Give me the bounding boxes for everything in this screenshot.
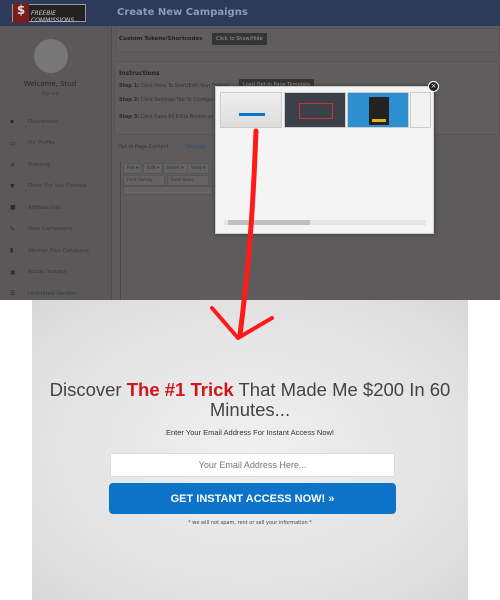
show-hide-button[interactable]: Click to Show/Hide	[212, 33, 267, 45]
database-icon: ▮	[10, 247, 14, 254]
sign-out-link[interactable]: Sign out	[0, 91, 100, 96]
sidebar-item-new-campaigns[interactable]: ✎ New Campaigns	[10, 226, 73, 233]
image-icon: ▣	[10, 268, 16, 276]
top-header: $ FREEBIE COMMISSIONS Create New Campaign…	[0, 0, 500, 26]
font-sizes-select[interactable]: Font Sizes	[167, 175, 209, 186]
sidebar-item-label: Social Images	[28, 269, 67, 275]
horizontal-scrollbar[interactable]	[224, 220, 426, 225]
logo[interactable]: $ FREEBIE COMMISSIONS	[12, 3, 86, 24]
template-thumbnail-2[interactable]	[284, 92, 346, 128]
pencil-icon: ✎	[10, 225, 16, 233]
sidebar-item-label: Affiliate Info	[28, 204, 62, 211]
sidebar-item-label: Training	[28, 161, 50, 168]
sidebar: Welcome, Stud Sign out ▪ Dashboard ▭ My Pro…	[0, 26, 112, 300]
format-toolbar[interactable]	[123, 186, 213, 195]
sidebar-item-label: My Profile	[28, 140, 55, 146]
sidebar-item-label: Dashboard	[28, 118, 58, 125]
sidebar-item-label: Unlimited Version	[28, 290, 77, 297]
template-thumbnail-4[interactable]	[410, 92, 431, 128]
menu-view[interactable]: View ▾	[187, 163, 210, 174]
sidebar-item-unlimited-version[interactable]: ☰ Unlimited Version	[10, 290, 76, 297]
step-3: Step 3: Click Save All Edits Button at	[119, 114, 214, 120]
avatar	[34, 39, 68, 73]
tab-optin-content[interactable]: Opt-in Page Content	[118, 144, 169, 150]
sidebar-item-label: New Campaigns	[28, 226, 73, 232]
sidebar-item-label: Warrior Plus Database	[28, 247, 89, 254]
disclaimer: * we will not spam, rent or sell your in…	[188, 520, 312, 526]
step-2: Step 2: Click Settings Tab To Configure	[119, 97, 218, 103]
dashboard-icon: ▪	[10, 118, 15, 125]
briefcase-icon: ■	[10, 204, 16, 211]
subtitle: Enter Your Email Address For Instant Acc…	[166, 428, 334, 437]
page-title: Create New Campaigns	[117, 7, 248, 18]
tokens-label: Custom Tokens/Shortcodes	[119, 36, 203, 42]
font-family-select[interactable]: Font Family	[123, 175, 165, 186]
sidebar-item-dashboard[interactable]: ▪ Dashboard	[10, 118, 58, 125]
sidebar-item-warrior-plus-database[interactable]: ▮ Warrior Plus Database	[10, 247, 89, 254]
close-modal-button[interactable]: ×	[428, 81, 439, 92]
sidebar-item-social-images[interactable]: ▣ Social Images	[10, 269, 66, 276]
list-icon: ☰	[10, 290, 16, 297]
menu-edit[interactable]: Edit ▾	[143, 163, 164, 174]
funnel-icon: ▼	[10, 182, 15, 190]
profile-icon: ▭	[10, 139, 16, 147]
sidebar-item-affiliate-info[interactable]: ■ Affiliate Info	[10, 204, 61, 211]
instructions-title: Instructions	[119, 70, 160, 77]
logo-text: FREEBIE COMMISSIONS	[31, 10, 75, 24]
sidebar-item-done-for-you-funnels[interactable]: ▼ Done For You Funnels	[10, 183, 87, 190]
campaign-builder-screenshot: $ FREEBIE COMMISSIONS Create New Campaign…	[0, 0, 500, 300]
logo-mark: $	[13, 3, 29, 23]
optin-page-preview: Discover The #1 Trick That Made Me $200 …	[32, 300, 468, 600]
welcome-text: Welcome, Stud	[23, 80, 77, 88]
template-thumbnail-1[interactable]	[220, 92, 282, 128]
headline: Discover The #1 Trick That Made Me $200 …	[49, 379, 451, 420]
menu-insert[interactable]: Insert ▾	[163, 163, 188, 174]
sidebar-item-training[interactable]: ≡ Training	[10, 161, 50, 168]
template-thumbnail-3[interactable]	[347, 92, 409, 128]
step-1: Step 1: Click Here To Start/Edit Your Fu…	[119, 83, 229, 89]
get-access-button[interactable]: GET INSTANT ACCESS NOW! »	[109, 483, 396, 514]
training-icon: ≡	[10, 161, 16, 168]
menu-file[interactable]: File ▾	[123, 163, 143, 174]
sidebar-item-label: Done For You Funnels	[28, 183, 87, 189]
email-input[interactable]	[110, 453, 395, 477]
sidebar-item-my-profile[interactable]: ▭ My Profile	[10, 140, 55, 147]
template-picker-modal	[215, 86, 434, 234]
tab-settings[interactable]: Settings	[185, 144, 206, 150]
